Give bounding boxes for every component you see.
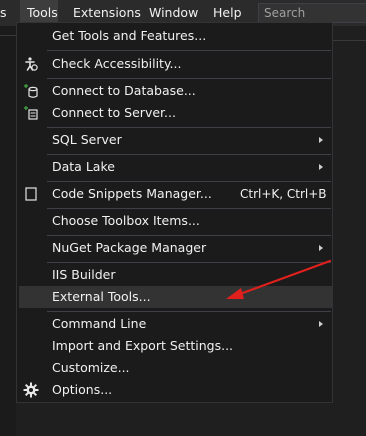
menu-item-command-line[interactable]: Command Line <box>17 313 332 335</box>
menu-item-sql-server[interactable]: SQL Server <box>17 129 332 151</box>
menu-separator <box>47 262 331 263</box>
menu-item-label: NuGet Package Manager <box>52 240 207 255</box>
menu-item-label: Options... <box>52 382 113 397</box>
menu-item-connect-to-database[interactable]: Connect to Database... <box>17 80 332 102</box>
menu-label: Tools <box>27 5 58 20</box>
menu-item-label: Check Accessibility... <box>52 56 182 71</box>
database-icon <box>23 83 39 99</box>
menu-separator <box>47 50 331 51</box>
menu-separator <box>47 208 331 209</box>
menu-item-edit-fragment[interactable]: s <box>0 0 14 26</box>
menu-item-label: Connect to Server... <box>52 105 176 120</box>
menu-item-iis-builder[interactable]: IIS Builder <box>17 264 332 286</box>
menu-item-connect-to-server[interactable]: Connect to Server... <box>17 102 332 124</box>
menu-item-label: Command Line <box>52 316 147 331</box>
submenu-arrow-icon <box>319 245 323 251</box>
menu-item-label: Import and Export Settings... <box>52 338 234 353</box>
submenu-arrow-icon <box>319 321 323 327</box>
menu-item-external-tools[interactable]: External Tools... <box>19 286 332 308</box>
menu-item-import-export-settings[interactable]: Import and Export Settings... <box>17 335 332 357</box>
menu-separator <box>47 127 331 128</box>
menu-item-label: External Tools... <box>52 289 151 304</box>
menu-item-label: Code Snippets Manager... <box>52 186 212 201</box>
accessibility-icon <box>23 56 39 72</box>
menu-item-choose-toolbox-items[interactable]: Choose Toolbox Items... <box>17 210 332 232</box>
gear-icon <box>23 382 39 398</box>
menu-item-get-tools-and-features[interactable]: Get Tools and Features... <box>17 25 332 47</box>
menu-label: Window <box>149 5 199 20</box>
menu-item-label: IIS Builder <box>52 267 116 282</box>
menu-label: Extensions <box>73 5 141 20</box>
editor-tab-divider <box>333 40 366 41</box>
menu-separator <box>47 78 331 79</box>
menu-item-label: Choose Toolbox Items... <box>52 213 200 228</box>
menu-item-label: Customize... <box>52 360 130 375</box>
menu-item-code-snippets-manager[interactable]: Code Snippets Manager... Ctrl+K, Ctrl+B <box>17 183 332 205</box>
submenu-arrow-icon <box>319 137 323 143</box>
menu-item-label: Get Tools and Features... <box>52 28 207 43</box>
menu-separator <box>47 311 331 312</box>
menu-item-customize[interactable]: Customize... <box>17 357 332 379</box>
menu-label: Help <box>213 5 242 20</box>
menu-separator <box>47 235 331 236</box>
menu-label: s <box>0 5 7 20</box>
menu-item-options[interactable]: Options... <box>17 379 332 401</box>
menu-item-label: SQL Server <box>52 132 122 147</box>
menu-item-label: Data Lake <box>52 159 115 174</box>
menu-item-check-accessibility[interactable]: Check Accessibility... <box>17 53 332 75</box>
search-box[interactable]: Search <box>258 3 366 23</box>
menu-item-nuget-package-manager[interactable]: NuGet Package Manager <box>17 237 332 259</box>
menu-separator <box>47 154 331 155</box>
server-icon <box>23 105 39 121</box>
tools-dropdown-menu: Get Tools and Features... Check Accessib… <box>16 22 333 403</box>
code-snippets-icon <box>23 186 39 202</box>
left-edge-panel <box>0 26 16 436</box>
submenu-arrow-icon <box>319 164 323 170</box>
menu-item-label: Connect to Database... <box>52 83 196 98</box>
menu-item-shortcut: Ctrl+K, Ctrl+B <box>240 187 327 201</box>
menu-separator <box>47 181 331 182</box>
menu-item-data-lake[interactable]: Data Lake <box>17 156 332 178</box>
panel-divider <box>0 35 16 36</box>
